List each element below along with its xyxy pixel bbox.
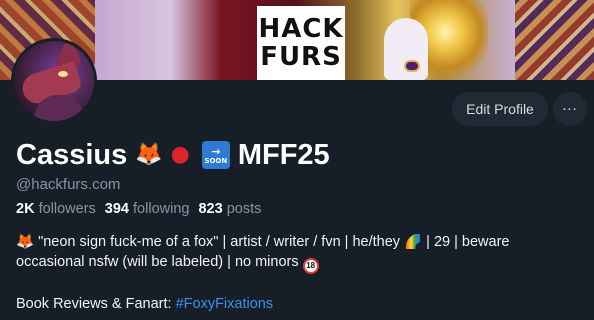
soon-arrow-emoji-icon: → SOON: [201, 141, 230, 169]
rainbow-emoji-icon: 🌈: [404, 234, 423, 250]
ellipsis-icon: …: [561, 97, 579, 114]
banner-art-right: [515, 0, 594, 80]
more-options-button[interactable]: …: [553, 92, 587, 126]
bio-line-1: 🦊 "neon sign fuck-me of a fox" | artist …: [16, 232, 584, 252]
followers-count: 2K: [16, 201, 35, 217]
no-under-18-icon: 18: [302, 258, 319, 274]
followers-label: followers: [38, 201, 96, 217]
bio-line-2: occasional nsfw (will be labeled) | no m…: [16, 252, 584, 274]
bio-line-3: Book Reviews & Fanart: #FoxyFixations: [16, 294, 584, 314]
avatar-eye: [58, 71, 68, 77]
hackfurs-logo: HACK FURS: [257, 6, 345, 80]
following-count: 394: [104, 201, 129, 217]
fox-emoji-icon: 🦊: [135, 142, 163, 167]
followers-stat[interactable]: 2K followers: [16, 201, 96, 217]
logo-line-2: FURS: [260, 42, 342, 72]
avatar[interactable]: [11, 38, 97, 124]
user-handle: @hackfurs.com: [16, 176, 121, 193]
hashtag-link[interactable]: #FoxyFixations: [176, 296, 274, 312]
display-name-row: Cassius 🦊 ● → SOON MFF25: [16, 137, 330, 173]
display-name-suffix: MFF25: [237, 138, 330, 171]
profile-stats: 2K followers 394 following 823 posts: [16, 201, 261, 217]
posts-count: 823: [198, 201, 223, 217]
following-stat[interactable]: 394 following: [105, 201, 190, 217]
logo-line-1: HACK: [258, 14, 344, 44]
posts-label: posts: [226, 201, 262, 217]
profile-bio: 🦊 "neon sign fuck-me of a fox" | artist …: [16, 232, 584, 314]
bio-text-3: occasional nsfw (will be labeled) | no m…: [16, 254, 299, 270]
bio-text-2: | 29 | beware: [426, 234, 510, 250]
bio-text-4: Book Reviews & Fanart:: [16, 296, 172, 312]
bio-text-1: "neon sign fuck-me of a fox" | artist / …: [38, 234, 401, 250]
apple-emoji-icon: ●: [170, 142, 190, 167]
banner-ring: [404, 60, 420, 72]
following-label: following: [133, 201, 190, 217]
display-name: Cassius: [16, 138, 128, 171]
posts-stat: 823 posts: [198, 201, 261, 217]
edit-profile-button[interactable]: Edit Profile: [452, 92, 548, 126]
fox-emoji-icon: 🦊: [16, 234, 35, 250]
